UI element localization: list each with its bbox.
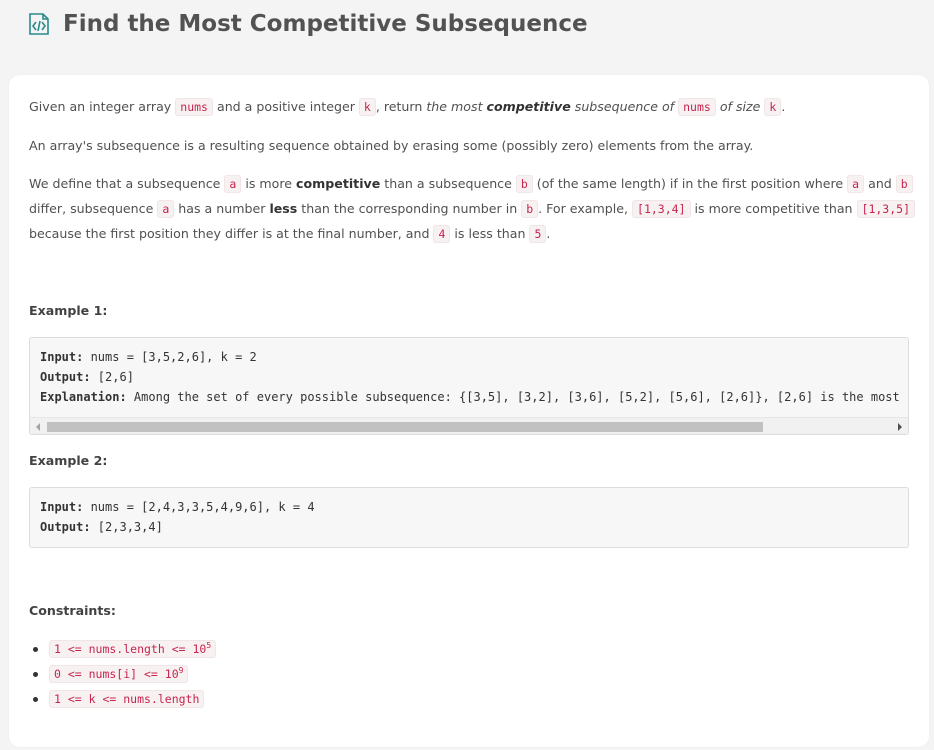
- description-paragraph-3-line-3: because the first position they differ i…: [29, 221, 550, 247]
- text: than a subsequence: [380, 176, 516, 191]
- inline-code: b: [521, 200, 539, 218]
- italic-text: the most: [426, 99, 487, 114]
- example-1-code-block[interactable]: Input: nums = [3,5,2,6], k = 2 Output: […: [29, 337, 909, 435]
- text: . For example,: [538, 201, 633, 216]
- scroll-right-arrow-icon[interactable]: [898, 423, 902, 431]
- inline-code: 1 <= k <= nums.length: [49, 690, 205, 708]
- example-2-label: Example 2:: [29, 453, 108, 468]
- text: has a number: [174, 201, 270, 216]
- inline-code: a: [847, 175, 865, 193]
- example-2-output-line: Output: [2,3,3,4]: [40, 517, 163, 537]
- text: differ, subsequence: [29, 201, 158, 216]
- bold-text: competitive: [296, 176, 381, 191]
- text: .: [546, 226, 551, 241]
- inline-code: [1,3,5]: [856, 200, 915, 218]
- page-title: Find the Most Competitive Subsequence: [63, 11, 588, 37]
- description-paragraph-2: An array's subsequence is a resulting se…: [29, 138, 754, 153]
- text: because the first position they differ i…: [29, 226, 434, 241]
- scrollbar-thumb[interactable]: [47, 422, 763, 432]
- superscript: 9: [178, 666, 184, 676]
- inline-code: 5: [529, 225, 547, 243]
- text: is more: [241, 176, 297, 191]
- description-paragraph-3-line-2: differ, subsequence a has a number less …: [29, 196, 915, 222]
- example-1-input-line: Input: nums = [3,5,2,6], k = 2: [40, 347, 257, 367]
- bold-italic-text: competitive: [486, 99, 571, 114]
- example-2-input-line: Input: nums = [2,4,3,3,5,4,9,6], k = 4: [40, 497, 315, 517]
- constraint-text: 0 <= nums[i] <= 10: [54, 667, 179, 681]
- output-key: Output:: [40, 370, 91, 384]
- description-paragraph-3: We define that a subsequence a is more c…: [29, 171, 913, 197]
- list-item: 1 <= k <= nums.length: [32, 687, 216, 712]
- inline-code: k: [358, 98, 376, 116]
- inline-code: k: [764, 98, 782, 116]
- problem-card: Given an integer array nums and a positi…: [9, 75, 929, 747]
- input-key: Input:: [40, 350, 84, 364]
- example-2-code-block: Input: nums = [2,4,3,3,5,4,9,6], k = 4 O…: [29, 487, 909, 548]
- text: is less than: [450, 226, 530, 241]
- inline-code: b: [515, 175, 533, 193]
- constraints-list: 1 <= nums.length <= 105 0 <= nums[i] <= …: [32, 637, 217, 712]
- constraint-text: 1 <= nums.length <= 10: [54, 642, 207, 656]
- inline-code: nums: [678, 98, 716, 116]
- list-item: 0 <= nums[i] <= 109: [32, 662, 216, 687]
- output-key: Output:: [40, 520, 91, 534]
- inline-code: [1,3,4]: [632, 200, 691, 218]
- explanation-key: Explanation:: [40, 390, 127, 404]
- example-1-output-line: Output: [2,6]: [40, 367, 134, 387]
- input-value: nums = [2,4,3,3,5,4,9,6], k = 4: [83, 500, 315, 514]
- inline-code: a: [224, 175, 242, 193]
- inline-code: 0 <= nums[i] <= 109: [49, 665, 189, 683]
- scroll-left-arrow-icon[interactable]: [36, 423, 40, 431]
- horizontal-scrollbar[interactable]: [30, 417, 908, 434]
- text: Given an integer array: [29, 99, 176, 114]
- inline-code: 1 <= nums.length <= 105: [49, 640, 217, 658]
- list-item: 1 <= nums.length <= 105: [32, 637, 217, 662]
- italic-text: subsequence of: [570, 99, 679, 114]
- text: and: [864, 176, 896, 191]
- text: is more competitive than: [690, 201, 857, 216]
- description-paragraph-1: Given an integer array nums and a positi…: [29, 94, 785, 120]
- output-value: [2,3,3,4]: [90, 520, 163, 534]
- italic-text: of size: [715, 99, 765, 114]
- text: than the corresponding number in: [297, 201, 522, 216]
- title-row: Find the Most Competitive Subsequence: [27, 6, 588, 42]
- text: (of the same length) if in the first pos…: [532, 176, 848, 191]
- explanation-value: Among the set of every possible subseque…: [126, 390, 909, 404]
- text: We define that a subsequence: [29, 176, 225, 191]
- output-value: [2,6]: [90, 370, 134, 384]
- text: .: [781, 99, 786, 114]
- text: and a positive integer: [212, 99, 359, 114]
- inline-code: b: [895, 175, 913, 193]
- inline-code: 4: [433, 225, 451, 243]
- inline-code: nums: [175, 98, 213, 116]
- example-1-explanation-line: Explanation: Among the set of every poss…: [40, 387, 909, 407]
- bold-text: less: [269, 201, 298, 216]
- inline-code: a: [157, 200, 175, 218]
- example-1-label: Example 1:: [29, 303, 108, 318]
- constraint-text: 1 <= k <= nums.length: [54, 692, 200, 706]
- input-key: Input:: [40, 500, 84, 514]
- constraints-label: Constraints:: [29, 603, 116, 618]
- code-file-icon: [29, 13, 49, 35]
- superscript: 5: [206, 641, 212, 651]
- text: , return: [375, 99, 427, 114]
- input-value: nums = [3,5,2,6], k = 2: [83, 350, 257, 364]
